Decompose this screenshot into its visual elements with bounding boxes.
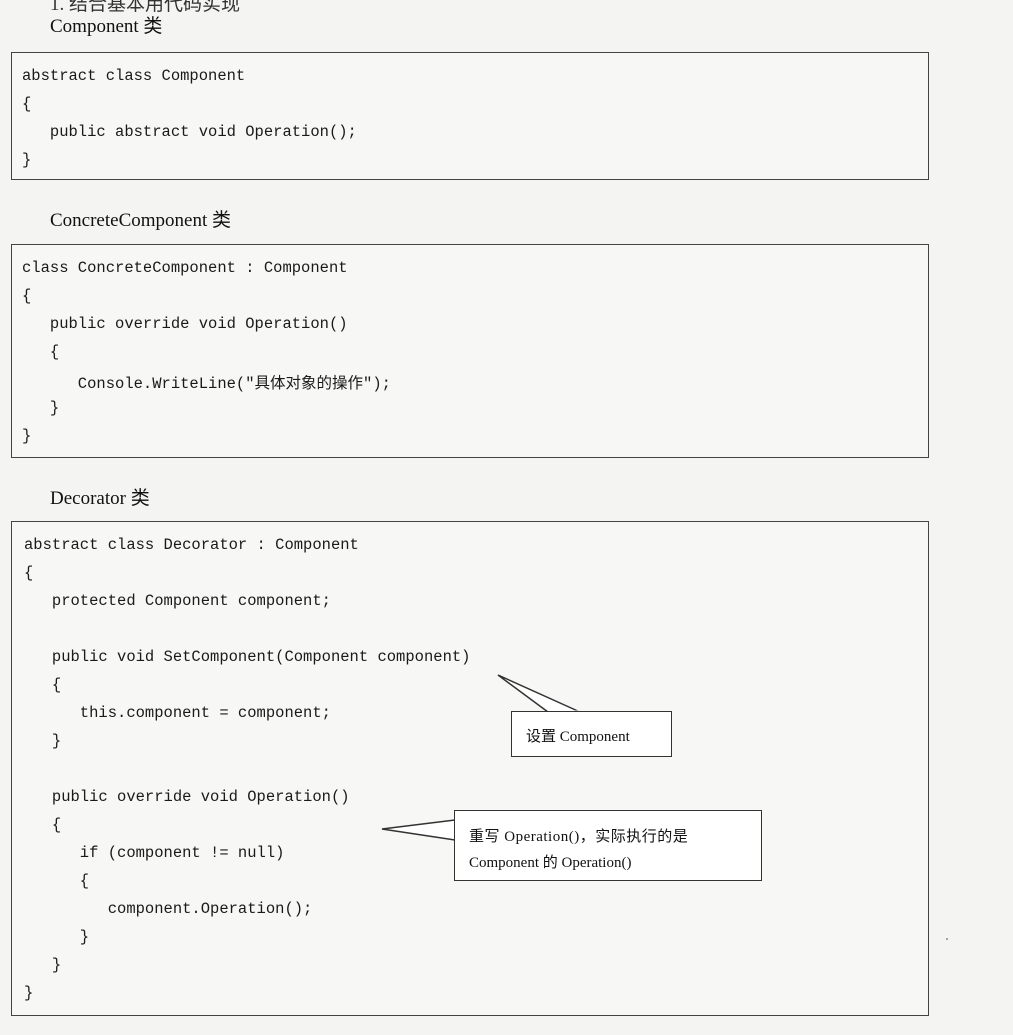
callout-override-operation: 重写 Operation()，实际执行的是 Component 的 Operat…: [454, 810, 762, 881]
callout-set-component: 设置 Component: [511, 711, 672, 757]
callout-text-line1: 重写 Operation()，实际执行的是: [469, 829, 689, 845]
callout-text-line2: Component 的 Operation(): [469, 855, 632, 871]
scan-speck: [946, 938, 948, 940]
callout-text: 设置 Component: [526, 729, 630, 745]
